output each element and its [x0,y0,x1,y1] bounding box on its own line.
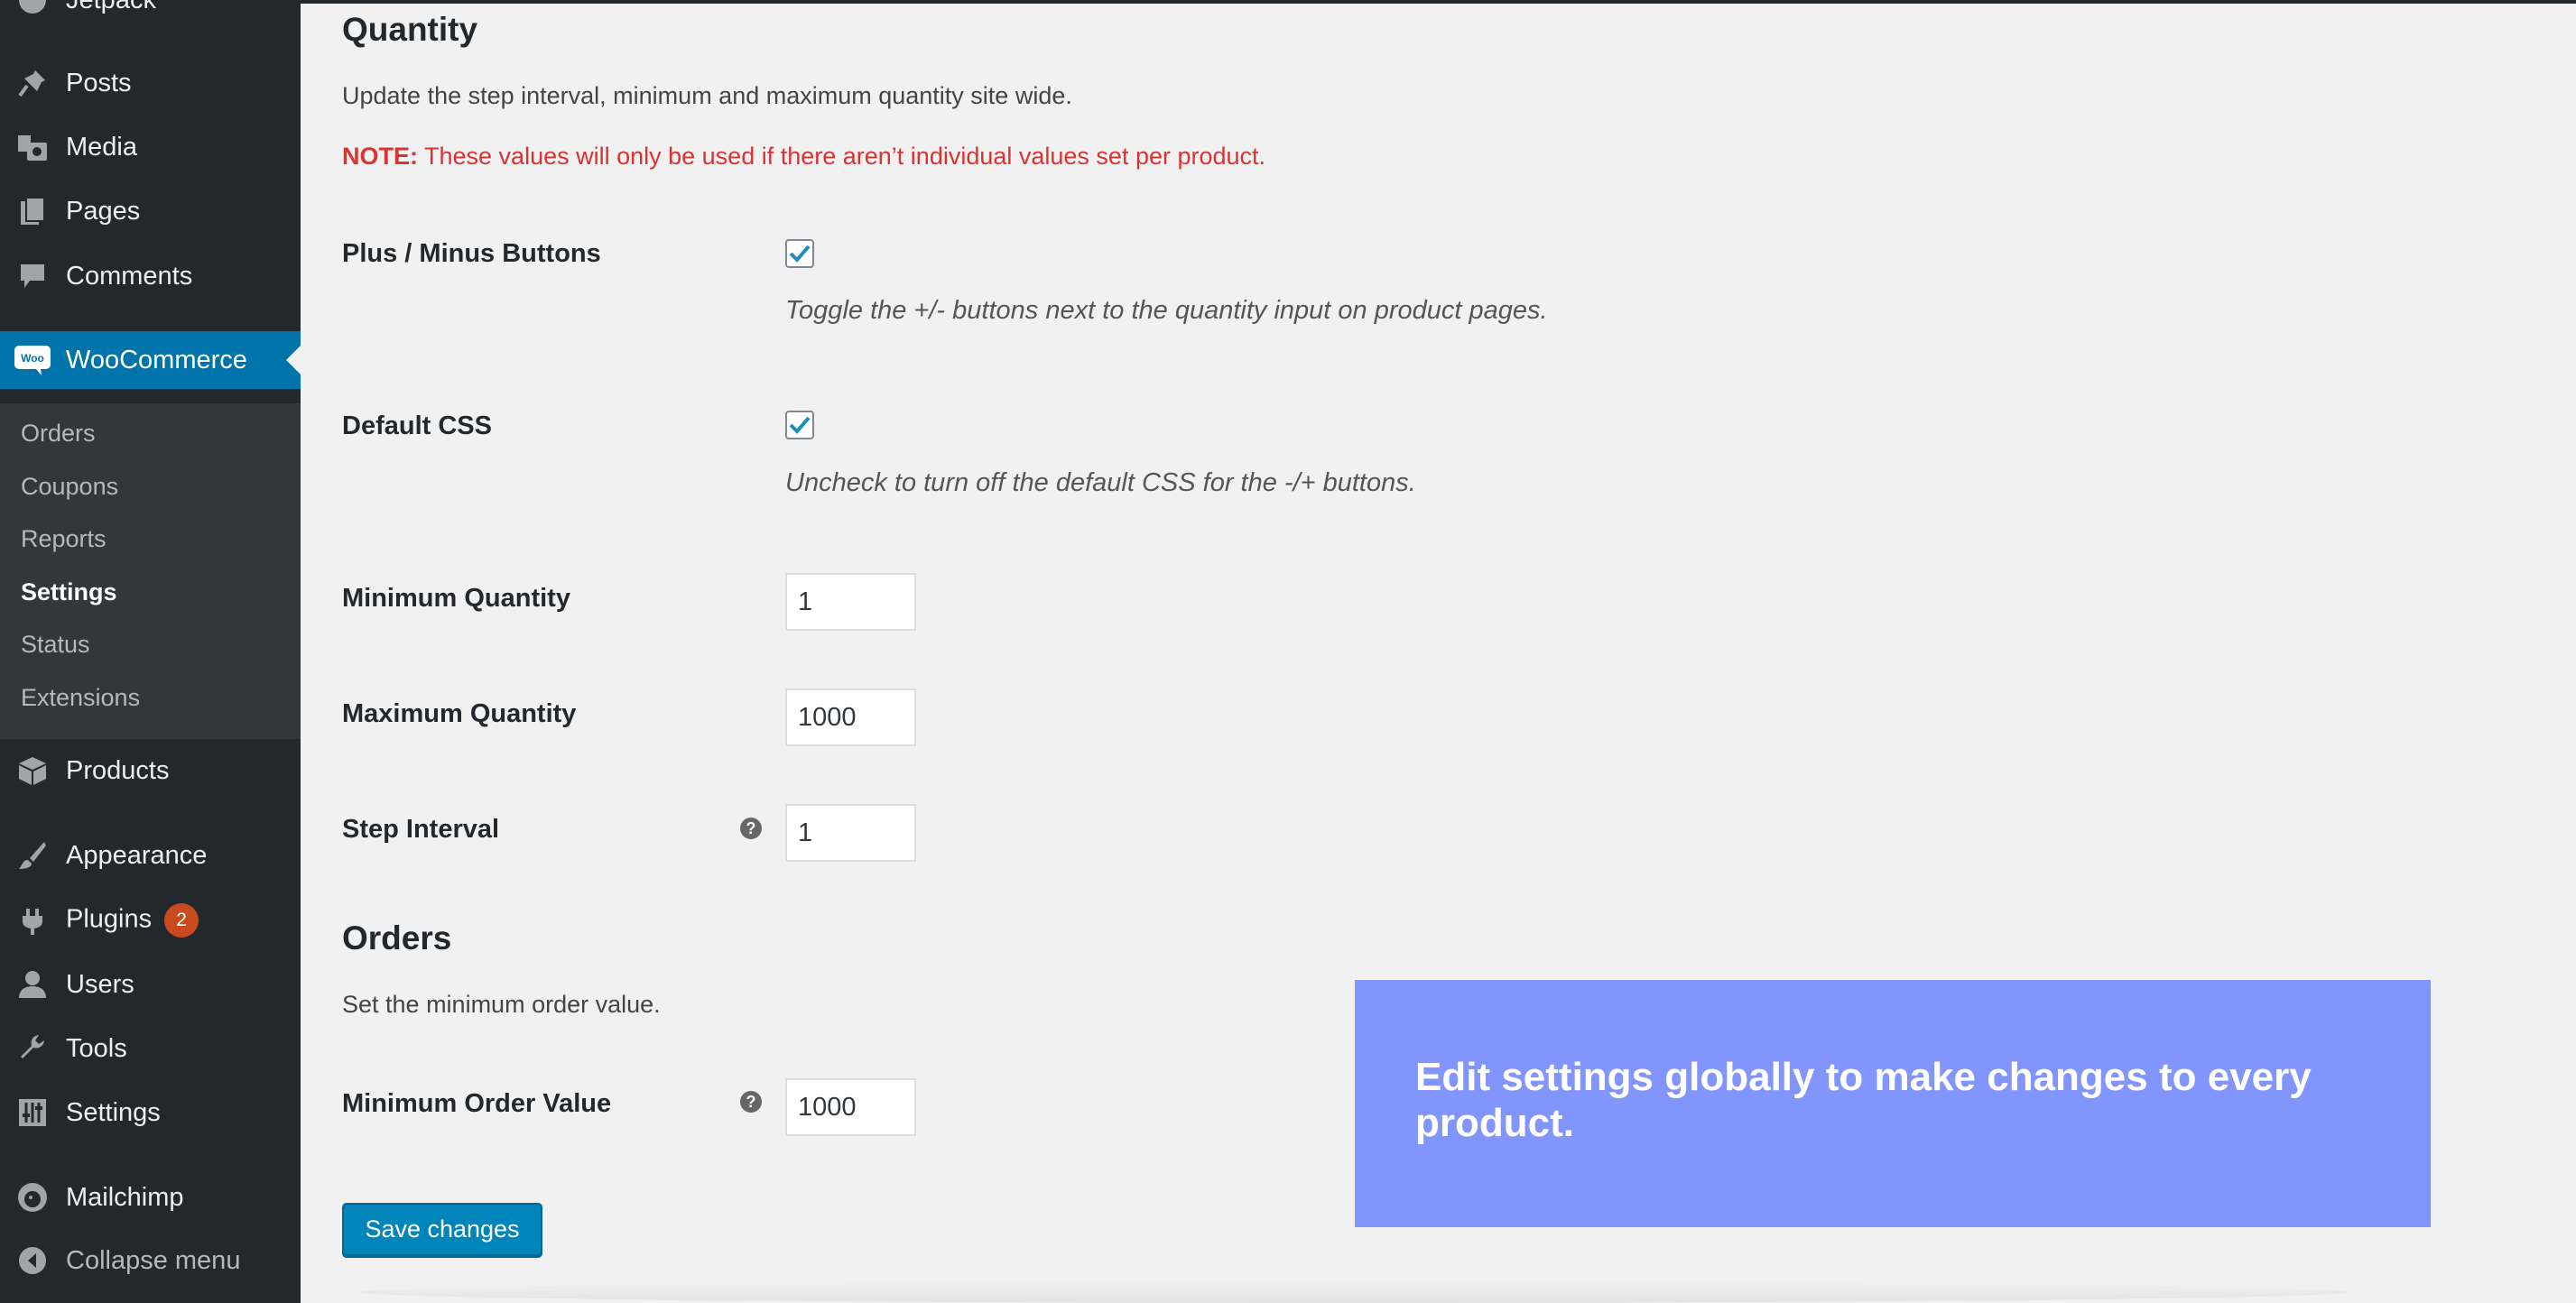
plus-minus-description: Toggle the +/- buttons next to the quant… [785,296,1548,325]
top-border [301,0,2576,4]
sliders-icon [14,1095,51,1131]
pin-icon [14,65,51,101]
menu-label: Tools [66,1033,127,1063]
menu-users[interactable]: Users [0,956,301,1013]
orders-description: Set the minimum order value. [342,991,661,1018]
minimum-quantity-label: Minimum Quantity [342,584,570,613]
menu-mailchimp[interactable]: Mailchimp [0,1169,301,1226]
minimum-order-value-label: Minimum Order Value [342,1089,612,1118]
orders-heading: Orders [342,919,452,956]
menu-label: Media [66,132,137,162]
plus-minus-checkbox[interactable] [785,239,814,268]
woo-icon: Woo [14,342,51,378]
checkmark-icon [789,416,811,434]
submenu-orders[interactable]: Orders [21,420,96,448]
menu-posts[interactable]: Posts [0,54,301,112]
step-interval-label: Step Interval [342,815,500,844]
plugins-update-badge: 2 [164,903,199,938]
menu-label: Comments [66,261,193,291]
submenu-coupons[interactable]: Coupons [21,473,118,501]
menu-appearance[interactable]: Appearance [0,827,301,884]
submenu-settings[interactable]: Settings [21,578,117,606]
checkmark-icon [789,245,811,263]
jetpack-icon [14,0,51,18]
callout-text: Edit settings globally to make changes t… [1415,1055,2312,1145]
wrench-icon [14,1030,51,1067]
comment-icon [14,258,51,294]
menu-label: Settings [66,1097,161,1127]
plus-minus-label: Plus / Minus Buttons [342,239,601,268]
step-interval-input[interactable] [785,804,916,862]
quantity-heading: Quantity [342,11,478,48]
help-icon[interactable]: ? [740,1091,762,1113]
maximum-quantity-input[interactable] [785,688,916,746]
collapse-menu-button[interactable]: Collapse menu [0,1232,301,1289]
pages-icon [14,193,51,229]
menu-label: Products [66,755,170,785]
default-css-checkbox[interactable] [785,411,814,439]
menu-label: Pages [66,196,141,226]
save-changes-button[interactable]: Save changes [342,1203,542,1256]
menu-pages[interactable]: Pages [0,182,301,240]
menu-label: Users [66,969,134,999]
user-icon [14,966,51,1003]
submenu-extensions[interactable]: Extensions [21,684,140,712]
menu-tools[interactable]: Tools [0,1020,301,1077]
menu-jetpack[interactable]: Jetpack [0,0,301,29]
promo-callout: Edit settings globally to make changes t… [1355,980,2431,1227]
menu-comments[interactable]: Comments [0,247,301,305]
svg-text:Woo: Woo [21,352,44,365]
quantity-description: Update the step interval, minimum and ma… [342,82,1072,109]
maximum-quantity-label: Maximum Quantity [342,699,577,728]
menu-label: Mailchimp [66,1182,184,1212]
brush-icon [14,837,51,873]
menu-plugins[interactable]: Plugins 2 [0,892,301,949]
menu-woocommerce[interactable]: Woo WooCommerce [0,331,301,389]
menu-label: Collapse menu [66,1245,241,1275]
menu-label: Plugins 2 [66,903,199,938]
menu-label: Appearance [66,840,208,870]
default-css-description: Uncheck to turn off the default CSS for … [785,468,1416,497]
admin-sidebar: Jetpack Posts Media Pages Comments Woo [0,0,301,1303]
quantity-note: NOTE: These values will only be used if … [342,143,1266,170]
menu-label: Posts [66,68,132,97]
menu-media[interactable]: Media [0,118,301,176]
menu-label: WooCommerce [66,345,247,374]
menu-settings[interactable]: Settings [0,1084,301,1141]
submenu-reports[interactable]: Reports [21,525,107,553]
bottom-shadow [361,1281,2347,1303]
menu-products[interactable]: Products [0,742,301,799]
box-icon [14,753,51,789]
media-icon [14,129,51,165]
menu-label: Jetpack [66,0,156,15]
plug-icon [14,902,51,938]
submenu-status[interactable]: Status [21,631,90,659]
woocommerce-submenu: Orders Coupons Reports Settings Status E… [0,403,301,739]
minimum-order-value-input[interactable] [785,1078,916,1136]
minimum-quantity-input[interactable] [785,573,916,631]
mailchimp-icon [14,1179,51,1215]
collapse-arrow-icon [14,1243,51,1279]
default-css-label: Default CSS [342,411,492,440]
help-icon[interactable]: ? [740,818,762,839]
